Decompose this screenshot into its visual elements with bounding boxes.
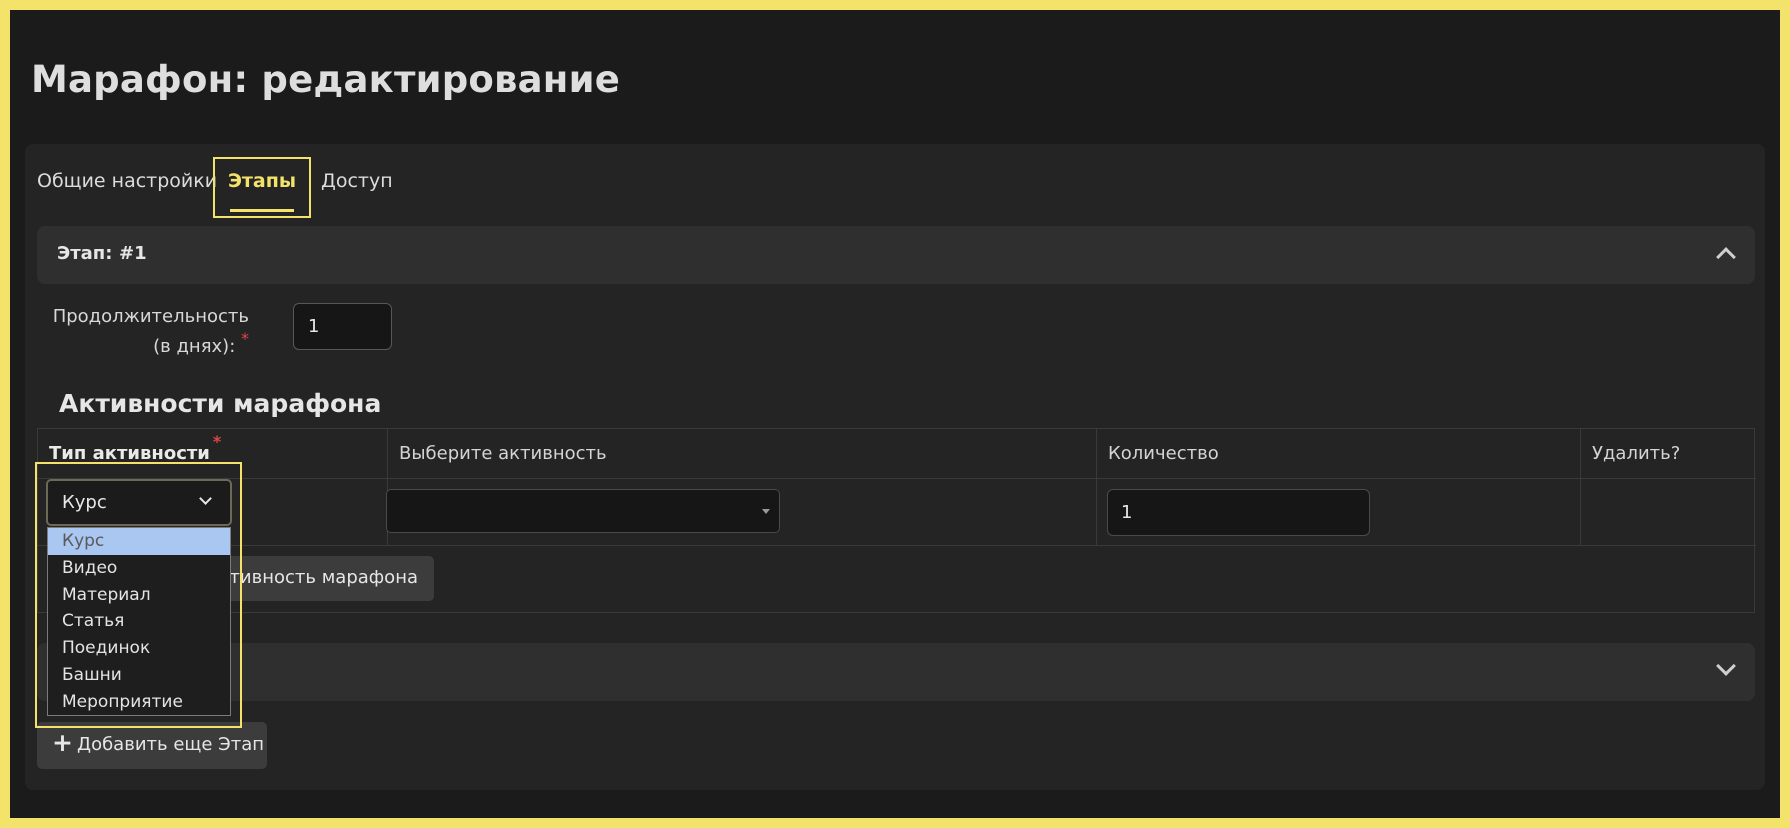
duration-label-text: Продолжительность (в днях): [52, 306, 249, 357]
activity-type-value: Курс [62, 492, 107, 513]
duration-label: Продолжительность (в днях): * [47, 302, 249, 362]
dropdown-option-towers[interactable]: Башни [48, 662, 230, 689]
active-tab-underline [230, 209, 294, 212]
choose-activity-select[interactable] [386, 489, 780, 533]
column-header-activity-type: Тип активности* [38, 429, 388, 479]
app-frame: Марафон: редактирование Общие настройки … [10, 10, 1780, 818]
column-header-delete: Удалить? [1581, 429, 1756, 479]
activity-type-dropdown: Курс Видео Материал Статья Поединок Башн… [47, 527, 231, 716]
stage-1-accordion-header[interactable]: Этап: #1 [37, 226, 1755, 284]
add-stage-button-label: Добавить еще Этап [77, 734, 265, 755]
quantity-input[interactable]: 1 [1107, 489, 1370, 536]
required-marker: * [241, 329, 249, 348]
tab-stages[interactable]: Этапы [213, 157, 311, 218]
activities-section-title: Активности марафона [59, 389, 382, 418]
tab-stages-label: Этапы [227, 170, 297, 192]
stage-2-accordion-header[interactable] [37, 643, 1755, 701]
dropdown-option-course[interactable]: Курс [48, 528, 230, 555]
dropdown-option-video[interactable]: Видео [48, 555, 230, 582]
add-activity-button[interactable]: ктивность марафона [200, 556, 434, 601]
dropdown-option-material[interactable]: Материал [48, 582, 230, 609]
dropdown-option-article[interactable]: Статья [48, 608, 230, 635]
plus-icon: + [52, 728, 73, 757]
chevron-up-icon[interactable] [1716, 247, 1736, 267]
dropdown-arrow-icon [762, 509, 770, 514]
chevron-down-icon[interactable] [1716, 656, 1736, 676]
dropdown-option-duel[interactable]: Поединок [48, 635, 230, 662]
edit-card: Общие настройки Этапы Доступ Этап: #1 Пр… [25, 144, 1765, 790]
stage-label: Этап: [57, 243, 113, 264]
add-activity-button-label: ктивность марафона [218, 567, 418, 588]
column-header-choose-activity: Выберите активность [388, 429, 1097, 479]
table-cell-delete [1581, 479, 1756, 546]
column-header-activity-type-label: Тип активности [49, 443, 210, 464]
activity-type-select[interactable]: Курс [46, 479, 232, 526]
page-title: Марафон: редактирование [31, 58, 620, 101]
tab-general-settings[interactable]: Общие настройки [37, 158, 217, 204]
column-header-quantity: Количество [1097, 429, 1581, 479]
add-stage-button[interactable]: + Добавить еще Этап [37, 722, 267, 769]
stage-number: #1 [119, 243, 147, 264]
dropdown-option-event[interactable]: Мероприятие [48, 689, 230, 716]
chevron-down-icon [199, 492, 212, 505]
duration-input[interactable]: 1 [293, 303, 392, 350]
required-marker: * [212, 432, 222, 451]
tab-access[interactable]: Доступ [321, 158, 393, 204]
